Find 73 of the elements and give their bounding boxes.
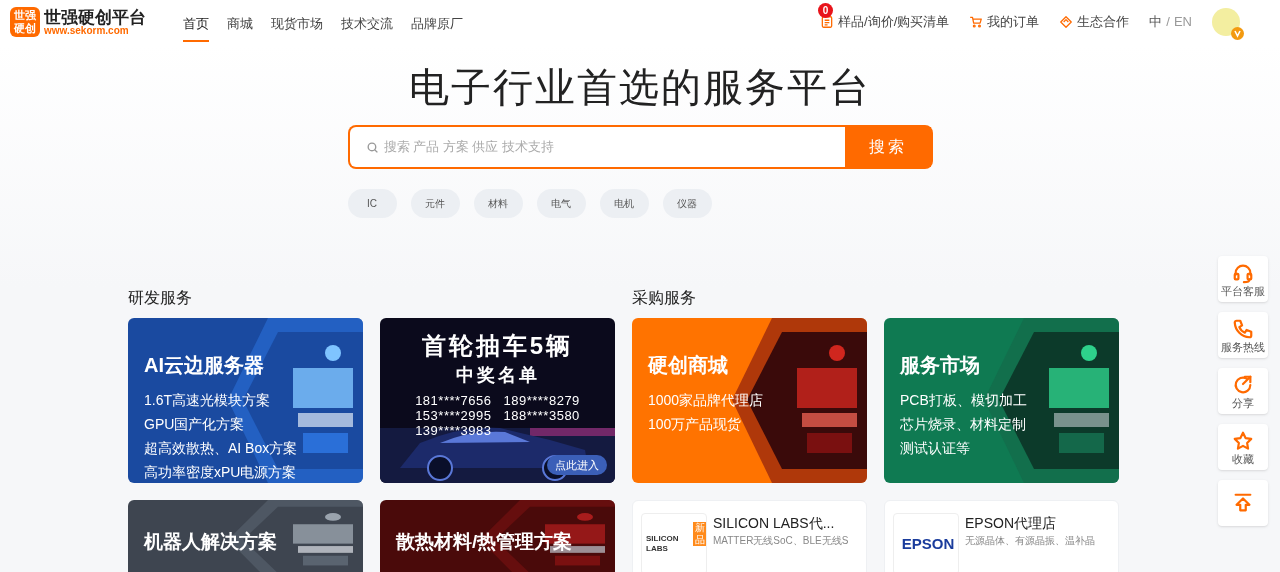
banner-text: PCB打板、模切加工 [900, 391, 1028, 410]
logo-name: 世强硬创平台 [44, 8, 146, 26]
side-tool-button[interactable]: 平台客服 [1218, 256, 1268, 302]
banner-text: 1.6T高速光模块方案 [144, 391, 271, 410]
banner-title: AI云边服务器 [144, 353, 265, 378]
brand-logo-text: EPSON [901, 533, 955, 554]
store-title: EPSON代理店 [965, 514, 1056, 533]
banner-title: 散热材料/热管理方案 [396, 530, 573, 554]
brand-logo-text: SILICON LABS [646, 534, 680, 554]
banner-text: 超高效散热、AI Box方案 [144, 439, 299, 458]
nav-link[interactable]: 技术交流 [341, 2, 393, 42]
category-tag[interactable]: 电气 [536, 189, 586, 218]
banner-card[interactable]: AI云边服务器 1.6T高速光模块方案 GPU国产化方案 超高效散热、AI Box方案 高功率密度xPU电源方案 [128, 318, 363, 483]
back-to-top-icon [1232, 492, 1254, 514]
diamond-icon [1059, 15, 1074, 29]
banner-title: 机器人解决方案 [144, 530, 277, 554]
banner-text: 高功率密度xPU电源方案 [144, 463, 298, 482]
side-tool-button[interactable] [1218, 480, 1268, 526]
category-tag[interactable]: IC [347, 189, 397, 218]
banner-text: 100万产品现货 [648, 415, 743, 434]
winner-number: 188****3580 [503, 408, 580, 423]
logo-url: www.sekorm.com [44, 25, 129, 36]
cart-icon [969, 15, 984, 29]
side-tool-button[interactable]: 服务热线 [1218, 312, 1268, 358]
header-link[interactable]: 生态合作 [1059, 12, 1130, 32]
logo-mark-text: 硬创 [14, 22, 36, 35]
side-tool-button[interactable]: 收藏 [1218, 424, 1268, 470]
winner-number: 181****7656 [415, 393, 492, 408]
winner-number: 139****3983 [415, 423, 492, 438]
store-card[interactable]: EPSON EPSON代理店 无源晶体、有源晶振、温补晶 [884, 500, 1119, 572]
winner-number: 153****2995 [415, 408, 492, 423]
logo-mark-text: 世强 [14, 9, 36, 22]
nav-link[interactable]: 品牌原厂 [411, 2, 463, 42]
banner-title: 服务市场 [900, 353, 981, 378]
count-badge: 0 [818, 3, 834, 19]
store-card[interactable]: SILICON LABS 新品 SILICON LABS代... MATTER无线SoC、BLE无线S [632, 500, 867, 572]
banner-card[interactable]: 机器人解决方案 [128, 500, 363, 572]
share-icon [1232, 373, 1254, 396]
new-tag: 新品 [693, 522, 706, 546]
store-title: SILICON LABS代... [713, 514, 835, 533]
document-icon [820, 15, 835, 29]
nav-link[interactable]: 现货市场 [271, 2, 323, 42]
banner-text: GPU国产化方案 [144, 415, 246, 434]
banner-subtitle: 中奖名单 [455, 364, 540, 387]
side-tool-button[interactable]: 分享 [1218, 368, 1268, 414]
section-title: 采购服务 [632, 288, 697, 308]
nav-link[interactable]: 首页 [183, 2, 209, 42]
language-separator: / [1166, 13, 1170, 32]
category-tag[interactable]: 仪器 [662, 189, 712, 218]
store-description: MATTER无线SoC、BLE无线S [713, 534, 849, 548]
language-current[interactable]: 中 [1149, 12, 1163, 32]
header-link[interactable]: 我的订单 [969, 12, 1040, 32]
banner-title: 首轮抽车5辆 [421, 331, 574, 361]
hero-title: 电子行业首选的服务平台 [409, 64, 871, 110]
vip-badge-icon [1231, 27, 1244, 40]
phone-icon [1232, 317, 1254, 340]
winner-number: 189****8279 [503, 393, 580, 408]
nav-link[interactable]: 商城 [227, 2, 253, 42]
banner-text: 芯片烧录、材料定制 [900, 415, 1027, 434]
banner-card[interactable]: 散热材料/热管理方案 [380, 500, 615, 572]
banner-card[interactable]: 服务市场 PCB打板、模切加工 芯片烧录、材料定制 测试认证等 [884, 318, 1119, 483]
banner-text: 测试认证等 [900, 439, 971, 458]
category-tag[interactable]: 材料 [473, 189, 523, 218]
category-tag[interactable]: 元件 [410, 189, 460, 218]
star-icon [1232, 429, 1254, 452]
store-description: 无源晶体、有源晶振、温补晶 [965, 534, 1095, 548]
category-tag[interactable]: 电机 [599, 189, 649, 218]
search-field[interactable]: 搜索 产品 方案 供应 技术支持 [349, 127, 845, 167]
banner-title: 硬创商城 [648, 353, 729, 378]
section-title: 研发服务 [128, 288, 193, 308]
banner-card[interactable]: 首轮抽车5辆 中奖名单 181****7656 189****8279 153****2995 188****3580 139****3983 点此进入 [380, 318, 615, 483]
banner-text: 1000家品牌代理店 [648, 391, 765, 410]
search-icon [365, 141, 379, 154]
